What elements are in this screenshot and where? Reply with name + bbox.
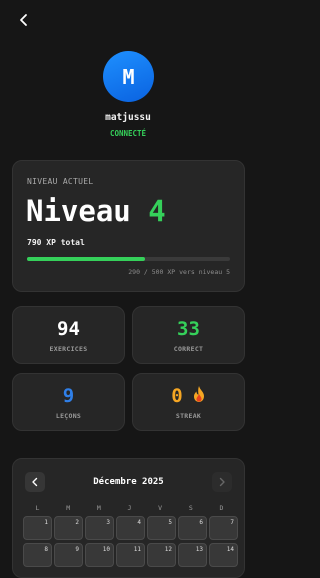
calendar-day[interactable]: 5 xyxy=(147,516,176,540)
xp-next-level: 290 / 500 XP vers niveau 5 xyxy=(128,268,230,276)
calendar-day-number: 10 xyxy=(102,546,110,553)
calendar-day[interactable]: 3 xyxy=(85,516,114,540)
chevron-left-icon xyxy=(20,14,27,26)
calendar-grid: 1 2 3 4 5 6 7 8 9 10 11 12 13 14 xyxy=(23,516,238,567)
username: matjussu xyxy=(105,112,151,123)
calendar-day-number: 3 xyxy=(106,519,110,526)
calendar-day[interactable]: 13 xyxy=(178,543,207,567)
calendar-day[interactable]: 10 xyxy=(85,543,114,567)
weekday-label: S xyxy=(188,504,193,512)
stat-label: EXERCICES xyxy=(49,345,88,353)
calendar-day[interactable]: 12 xyxy=(147,543,176,567)
calendar-day-number: 7 xyxy=(230,519,234,526)
stat-value: 94 xyxy=(57,318,80,340)
back-button[interactable] xyxy=(14,10,34,30)
calendar-day-number: 14 xyxy=(226,546,234,553)
calendar-card: Décembre 2025 LMMJVSD 1 2 3 4 5 6 7 8 9 10 11 12 13 1… xyxy=(12,458,245,578)
calendar-day-number: 9 xyxy=(75,546,79,553)
calendar-day[interactable]: 14 xyxy=(209,543,238,567)
stat-card-lessons: 9 LEÇONS xyxy=(12,373,125,431)
stat-value: 9 xyxy=(62,385,75,407)
avatar-initial: M xyxy=(122,64,135,89)
calendar-day[interactable]: 7 xyxy=(209,516,238,540)
level-title: Niveau 4 xyxy=(26,194,166,228)
calendar-day-number: 5 xyxy=(168,519,172,526)
calendar-day[interactable]: 11 xyxy=(116,543,145,567)
calendar-day[interactable]: 1 xyxy=(23,516,52,540)
calendar-day-number: 11 xyxy=(133,546,141,553)
calendar-day-number: 1 xyxy=(44,519,48,526)
weekday-label: V xyxy=(158,504,163,512)
calendar-day[interactable]: 6 xyxy=(178,516,207,540)
level-number: 4 xyxy=(148,194,166,228)
level-label: NIVEAU ACTUEL xyxy=(27,177,94,186)
connection-status: CONNECTÉ xyxy=(109,129,147,138)
calendar-day-number: 12 xyxy=(164,546,172,553)
calendar-day-number: 13 xyxy=(195,546,203,553)
weekday-header: LMMJVSD xyxy=(23,504,236,512)
stat-card-streak: 0 STREAK xyxy=(132,373,245,431)
calendar-day-number: 6 xyxy=(199,519,203,526)
calendar-next-button[interactable] xyxy=(212,472,232,492)
flame-icon xyxy=(193,386,204,402)
calendar-day[interactable]: 9 xyxy=(54,543,83,567)
calendar-day-number: 2 xyxy=(75,519,79,526)
weekday-label: L xyxy=(35,504,40,512)
calendar-day-number: 4 xyxy=(137,519,141,526)
stat-label: STREAK xyxy=(175,412,202,420)
level-card: NIVEAU ACTUEL Niveau 4 790 XP total 290 … xyxy=(12,160,245,292)
stat-label: CORRECT xyxy=(173,345,204,353)
calendar-month-title: Décembre 2025 xyxy=(93,477,164,487)
weekday-label: M xyxy=(96,504,101,512)
xp-progress-fill xyxy=(27,257,145,261)
xp-total: 790 XP total xyxy=(27,238,85,247)
weekday-label: D xyxy=(219,504,224,512)
calendar-day[interactable]: 8 xyxy=(23,543,52,567)
stat-value: 0 xyxy=(171,385,183,407)
avatar: M xyxy=(103,51,154,102)
weekday-label: J xyxy=(127,504,132,512)
level-word: Niveau xyxy=(26,194,131,228)
calendar-day-number: 8 xyxy=(44,546,48,553)
calendar-day[interactable]: 4 xyxy=(116,516,145,540)
stat-card-exercises: 94 EXERCICES xyxy=(12,306,125,364)
stat-label: LEÇONS xyxy=(55,412,82,420)
stat-value: 33 xyxy=(177,318,200,340)
stat-card-correct: 33 CORRECT xyxy=(132,306,245,364)
stat-value-row: 0 xyxy=(133,385,244,407)
xp-progress-bar xyxy=(27,257,230,261)
calendar-day[interactable]: 2 xyxy=(54,516,83,540)
chevron-right-icon xyxy=(219,477,225,487)
weekday-label: M xyxy=(66,504,71,512)
